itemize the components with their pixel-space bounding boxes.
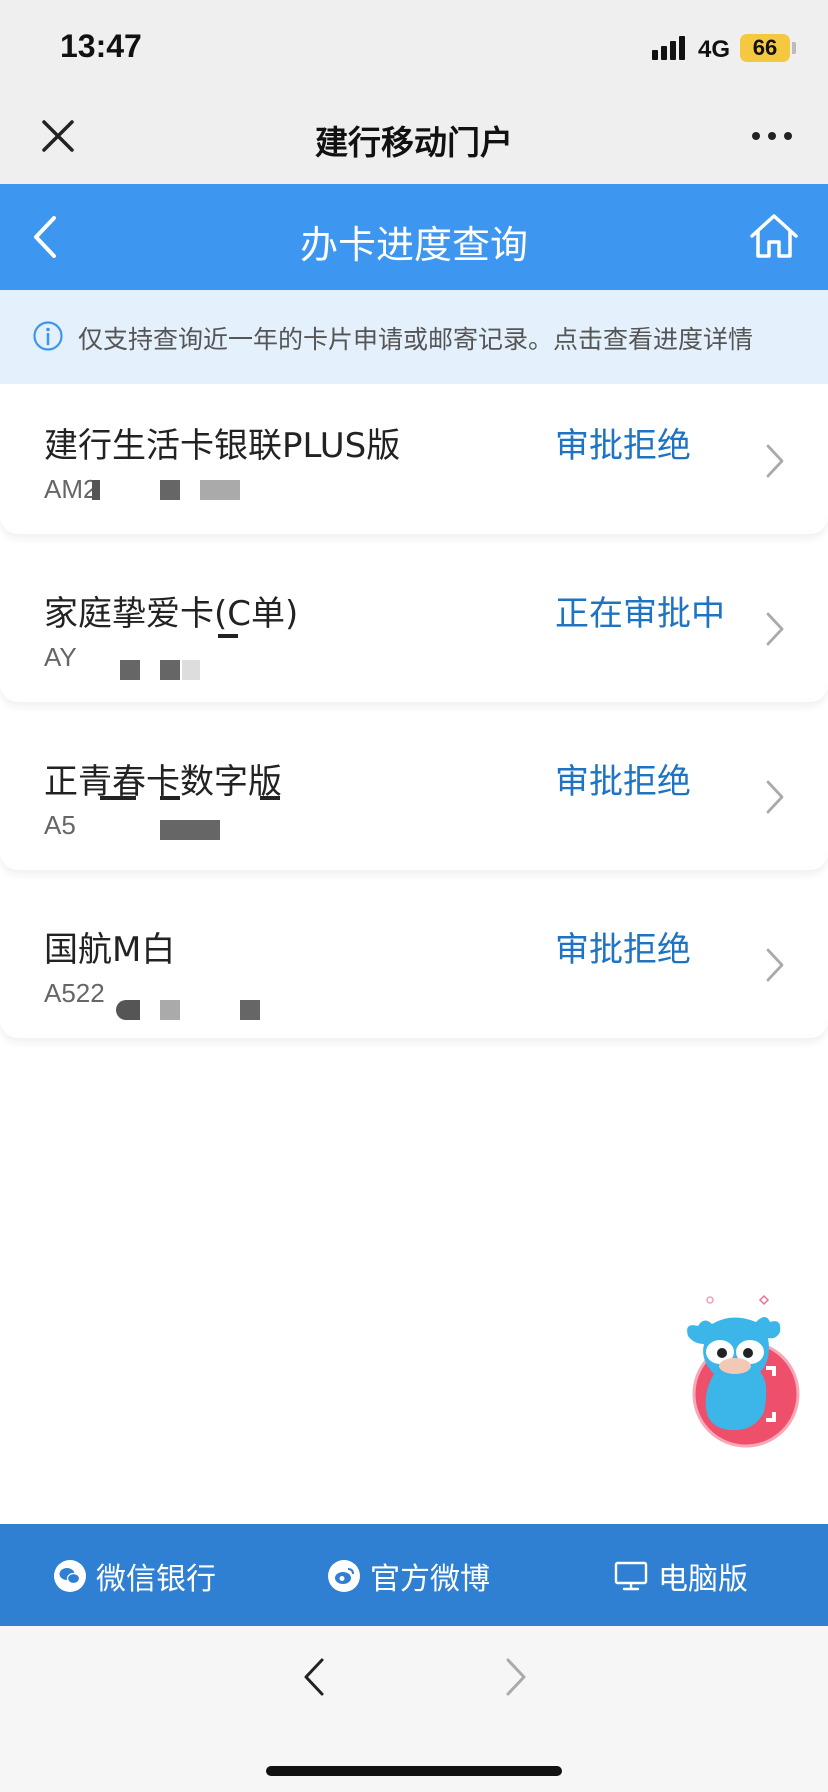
wechat-icon (54, 1560, 86, 1592)
footer-link-wechat[interactable]: 微信银行 (54, 1554, 216, 1598)
application-id: A522 (44, 978, 105, 1008)
status-bar: 13:47 4G 66 (0, 0, 828, 92)
approval-status: 审批拒绝 (555, 930, 691, 970)
footer-bar: 微信银行 官方微博 电脑版 (0, 1524, 828, 1626)
weibo-icon (328, 1560, 360, 1592)
browser-forward-icon[interactable] (502, 1656, 530, 1698)
card-application-item[interactable]: 家庭挚爱卡(C单) AY 正在审批中 (0, 552, 828, 702)
footer-link-desktop[interactable]: 电脑版 (614, 1554, 748, 1598)
signal-icon (652, 36, 685, 60)
mascot-scan-button[interactable] (680, 1292, 806, 1452)
chevron-right-icon (766, 948, 784, 982)
approval-status: 正在审批中 (555, 594, 725, 634)
browser-back-icon[interactable] (300, 1656, 328, 1698)
application-id: A5 (44, 810, 76, 840)
application-id: AY (44, 642, 77, 672)
browser-toolbar (0, 1626, 828, 1792)
network-type: 4G (698, 36, 731, 63)
status-time: 13:47 (60, 28, 142, 64)
card-application-item[interactable]: 建行生活卡银联PLUS版 AM2 审批拒绝 (0, 384, 828, 534)
battery-tip (792, 42, 796, 54)
approval-status: 审批拒绝 (555, 762, 691, 802)
page-title: 办卡进度查询 (299, 223, 528, 267)
app-title: 建行移动门户 (315, 123, 513, 162)
footer-link-label: 电脑版 (658, 1562, 748, 1597)
application-id: AM2 (44, 474, 98, 504)
card-application-item[interactable]: 正青春卡数字版 A5 审批拒绝 (0, 720, 828, 870)
card-application-item[interactable]: 国航M白 A522 审批拒绝 (0, 888, 828, 1038)
more-icon[interactable] (750, 126, 794, 146)
info-notice: 仅支持查询近一年的卡片申请或邮寄记录。点击查看进度详情 (0, 290, 828, 384)
notice-text: 仅支持查询近一年的卡片申请或邮寄记录。点击查看进度详情 (78, 325, 754, 354)
home-icon[interactable] (748, 210, 800, 262)
nav-bar: 办卡进度查询 (0, 184, 828, 290)
approval-status: 审批拒绝 (555, 426, 691, 466)
footer-link-weibo[interactable]: 官方微博 (328, 1554, 490, 1598)
chevron-right-icon (766, 612, 784, 646)
card-name: 家庭挚爱卡(C单) (44, 594, 299, 634)
footer-link-label: 微信银行 (96, 1562, 216, 1597)
home-indicator[interactable] (266, 1766, 562, 1776)
card-name: 建行生活卡银联PLUS版 (44, 426, 401, 466)
battery-level: 66 (740, 34, 790, 62)
footer-link-label: 官方微博 (370, 1562, 490, 1597)
card-name: 国航M白 (44, 930, 176, 970)
app-header: 建行移动门户 (0, 92, 828, 184)
info-icon (33, 321, 63, 351)
chevron-right-icon (766, 444, 784, 478)
desktop-icon (614, 1561, 648, 1591)
chevron-right-icon (766, 780, 784, 814)
